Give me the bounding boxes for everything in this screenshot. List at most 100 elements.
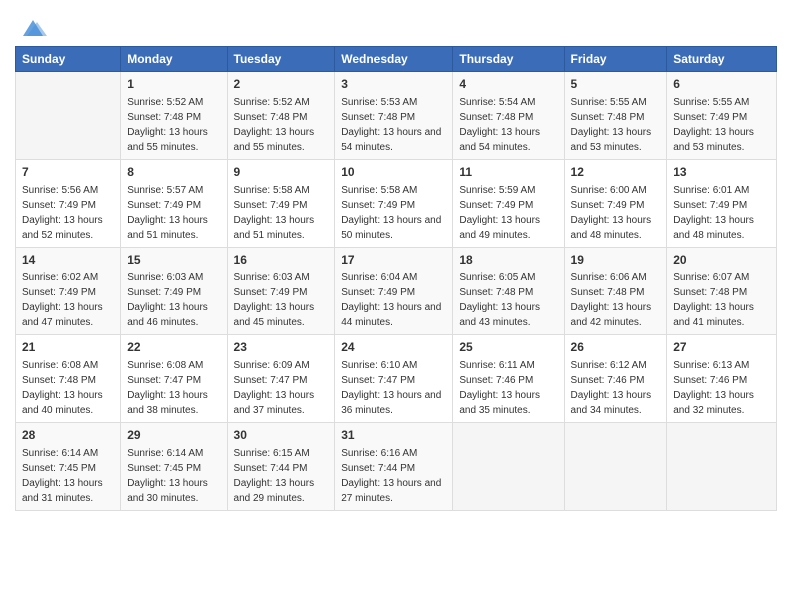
sunset-info: Sunset: 7:49 PM (673, 200, 747, 211)
sunrise-info: Sunrise: 6:16 AM (341, 448, 417, 459)
daylight-info: Daylight: 13 hours and 35 minutes. (459, 390, 540, 416)
daylight-info: Daylight: 13 hours and 48 minutes. (571, 215, 652, 241)
day-number: 5 (571, 76, 661, 93)
sunrise-info: Sunrise: 6:02 AM (22, 272, 98, 283)
week-row-3: 14 Sunrise: 6:02 AM Sunset: 7:49 PM Dayl… (16, 247, 777, 335)
weekday-header-row: SundayMondayTuesdayWednesdayThursdayFrid… (16, 47, 777, 72)
daylight-info: Daylight: 13 hours and 50 minutes. (341, 215, 441, 241)
logo-icon (19, 14, 47, 42)
daylight-info: Daylight: 13 hours and 45 minutes. (234, 302, 315, 328)
calendar-cell: 18 Sunrise: 6:05 AM Sunset: 7:48 PM Dayl… (453, 247, 564, 335)
sunrise-info: Sunrise: 6:14 AM (22, 448, 98, 459)
day-number: 11 (459, 164, 557, 181)
sunset-info: Sunset: 7:45 PM (127, 463, 201, 474)
sunset-info: Sunset: 7:48 PM (459, 287, 533, 298)
sunrise-info: Sunrise: 6:07 AM (673, 272, 749, 283)
day-number: 1 (127, 76, 220, 93)
sunrise-info: Sunrise: 6:11 AM (459, 360, 534, 371)
daylight-info: Daylight: 13 hours and 44 minutes. (341, 302, 441, 328)
calendar-cell: 7 Sunrise: 5:56 AM Sunset: 7:49 PM Dayli… (16, 159, 121, 247)
calendar-cell: 1 Sunrise: 5:52 AM Sunset: 7:48 PM Dayli… (121, 72, 227, 160)
daylight-info: Daylight: 13 hours and 54 minutes. (341, 127, 441, 153)
sunset-info: Sunset: 7:48 PM (127, 112, 201, 123)
sunset-info: Sunset: 7:49 PM (341, 200, 415, 211)
calendar-cell: 8 Sunrise: 5:57 AM Sunset: 7:49 PM Dayli… (121, 159, 227, 247)
sunrise-info: Sunrise: 5:55 AM (571, 97, 647, 108)
daylight-info: Daylight: 13 hours and 53 minutes. (673, 127, 754, 153)
daylight-info: Daylight: 13 hours and 46 minutes. (127, 302, 208, 328)
sunset-info: Sunset: 7:48 PM (341, 112, 415, 123)
day-number: 18 (459, 252, 557, 269)
calendar-cell (667, 423, 777, 511)
daylight-info: Daylight: 13 hours and 40 minutes. (22, 390, 103, 416)
calendar-cell: 3 Sunrise: 5:53 AM Sunset: 7:48 PM Dayli… (335, 72, 453, 160)
sunrise-info: Sunrise: 6:03 AM (234, 272, 310, 283)
sunrise-info: Sunrise: 5:52 AM (234, 97, 310, 108)
sunset-info: Sunset: 7:49 PM (459, 200, 533, 211)
sunrise-info: Sunrise: 5:52 AM (127, 97, 203, 108)
day-number: 19 (571, 252, 661, 269)
calendar-cell: 26 Sunrise: 6:12 AM Sunset: 7:46 PM Dayl… (564, 335, 667, 423)
calendar-cell: 15 Sunrise: 6:03 AM Sunset: 7:49 PM Dayl… (121, 247, 227, 335)
sunrise-info: Sunrise: 5:57 AM (127, 185, 203, 196)
sunrise-info: Sunrise: 5:54 AM (459, 97, 535, 108)
daylight-info: Daylight: 13 hours and 37 minutes. (234, 390, 315, 416)
day-number: 12 (571, 164, 661, 181)
day-number: 20 (673, 252, 770, 269)
sunrise-info: Sunrise: 6:12 AM (571, 360, 647, 371)
day-number: 22 (127, 339, 220, 356)
calendar-cell (453, 423, 564, 511)
daylight-info: Daylight: 13 hours and 27 minutes. (341, 478, 441, 504)
sunrise-info: Sunrise: 6:05 AM (459, 272, 535, 283)
sunrise-info: Sunrise: 6:15 AM (234, 448, 310, 459)
calendar-cell: 5 Sunrise: 5:55 AM Sunset: 7:48 PM Dayli… (564, 72, 667, 160)
sunset-info: Sunset: 7:47 PM (341, 375, 415, 386)
daylight-info: Daylight: 13 hours and 55 minutes. (127, 127, 208, 153)
day-number: 2 (234, 76, 329, 93)
sunset-info: Sunset: 7:48 PM (459, 112, 533, 123)
calendar-cell: 21 Sunrise: 6:08 AM Sunset: 7:48 PM Dayl… (16, 335, 121, 423)
sunset-info: Sunset: 7:49 PM (341, 287, 415, 298)
sunset-info: Sunset: 7:46 PM (673, 375, 747, 386)
sunset-info: Sunset: 7:48 PM (571, 112, 645, 123)
day-number: 31 (341, 427, 446, 444)
weekday-header-monday: Monday (121, 47, 227, 72)
daylight-info: Daylight: 13 hours and 34 minutes. (571, 390, 652, 416)
sunset-info: Sunset: 7:45 PM (22, 463, 96, 474)
sunrise-info: Sunrise: 5:53 AM (341, 97, 417, 108)
calendar-cell: 22 Sunrise: 6:08 AM Sunset: 7:47 PM Dayl… (121, 335, 227, 423)
daylight-info: Daylight: 13 hours and 52 minutes. (22, 215, 103, 241)
daylight-info: Daylight: 13 hours and 41 minutes. (673, 302, 754, 328)
calendar-cell: 14 Sunrise: 6:02 AM Sunset: 7:49 PM Dayl… (16, 247, 121, 335)
logo (15, 14, 47, 38)
calendar-cell: 2 Sunrise: 5:52 AM Sunset: 7:48 PM Dayli… (227, 72, 335, 160)
daylight-info: Daylight: 13 hours and 31 minutes. (22, 478, 103, 504)
weekday-header-sunday: Sunday (16, 47, 121, 72)
weekday-header-wednesday: Wednesday (335, 47, 453, 72)
sunset-info: Sunset: 7:46 PM (571, 375, 645, 386)
daylight-info: Daylight: 13 hours and 42 minutes. (571, 302, 652, 328)
sunset-info: Sunset: 7:48 PM (22, 375, 96, 386)
calendar-cell: 17 Sunrise: 6:04 AM Sunset: 7:49 PM Dayl… (335, 247, 453, 335)
calendar-table: SundayMondayTuesdayWednesdayThursdayFrid… (15, 46, 777, 511)
daylight-info: Daylight: 13 hours and 51 minutes. (127, 215, 208, 241)
day-number: 24 (341, 339, 446, 356)
calendar-cell: 25 Sunrise: 6:11 AM Sunset: 7:46 PM Dayl… (453, 335, 564, 423)
calendar-cell: 23 Sunrise: 6:09 AM Sunset: 7:47 PM Dayl… (227, 335, 335, 423)
sunset-info: Sunset: 7:47 PM (127, 375, 201, 386)
daylight-info: Daylight: 13 hours and 53 minutes. (571, 127, 652, 153)
sunset-info: Sunset: 7:49 PM (571, 200, 645, 211)
day-number: 27 (673, 339, 770, 356)
sunrise-info: Sunrise: 6:08 AM (22, 360, 98, 371)
sunrise-info: Sunrise: 6:08 AM (127, 360, 203, 371)
sunrise-info: Sunrise: 6:14 AM (127, 448, 203, 459)
calendar-cell: 24 Sunrise: 6:10 AM Sunset: 7:47 PM Dayl… (335, 335, 453, 423)
day-number: 3 (341, 76, 446, 93)
day-number: 7 (22, 164, 114, 181)
day-number: 29 (127, 427, 220, 444)
sunrise-info: Sunrise: 5:59 AM (459, 185, 535, 196)
sunset-info: Sunset: 7:49 PM (22, 200, 96, 211)
sunset-info: Sunset: 7:46 PM (459, 375, 533, 386)
sunset-info: Sunset: 7:44 PM (341, 463, 415, 474)
sunset-info: Sunset: 7:48 PM (234, 112, 308, 123)
